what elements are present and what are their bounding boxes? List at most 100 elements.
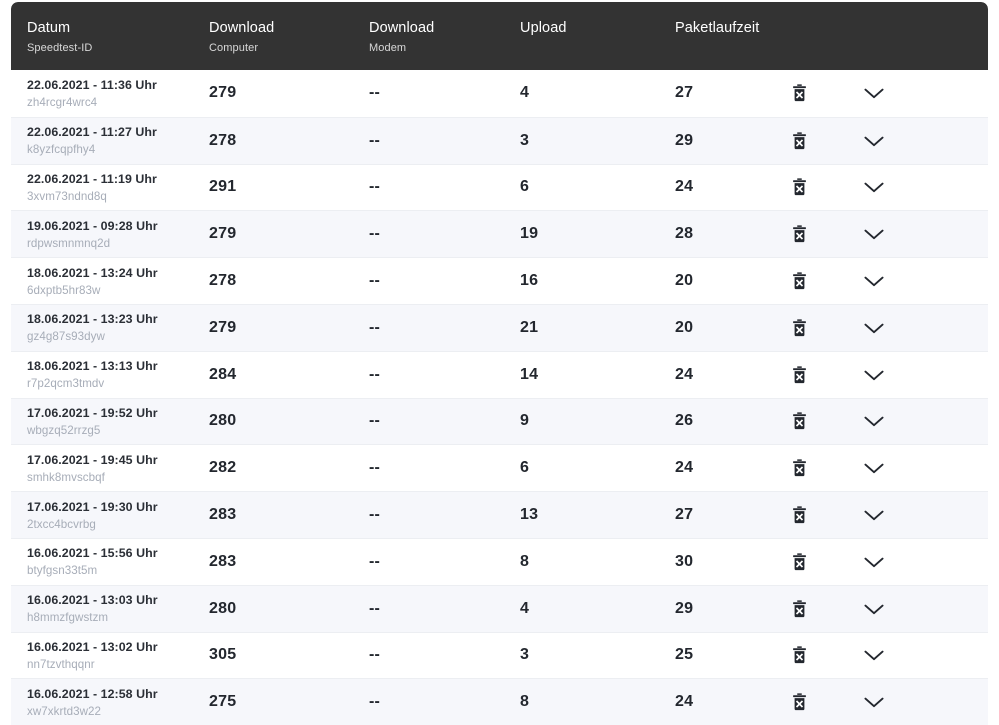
delete-row-button[interactable] (792, 319, 807, 337)
cell-download-modem: -- (369, 599, 381, 617)
expand-row-button[interactable] (863, 274, 885, 288)
expand-row-button[interactable] (863, 368, 885, 382)
table-body: 22.06.2021 - 11:36 Uhr zh4rcgr4wrc4 279 … (11, 70, 988, 725)
expand-row-button[interactable] (863, 414, 885, 428)
cell-latency: 30 (675, 552, 694, 570)
cell-speedtest-id: r7p2qcm3tmdv (27, 377, 105, 391)
cell-date-timestamp: 18.06.2021 - 13:13 Uhr (27, 359, 158, 374)
cell-upload: 9 (520, 412, 530, 430)
cell-download-computer: 291 (209, 178, 237, 196)
cell-download-computer: 280 (209, 412, 237, 430)
table-row[interactable]: 17.06.2021 - 19:30 Uhr 2txcc4bcvrbg 283 … (11, 491, 988, 538)
table-row[interactable]: 18.06.2021 - 13:24 Uhr 6dxptb5hr83w 278 … (11, 257, 988, 304)
trash-icon (792, 693, 807, 711)
cell-date: 22.06.2021 - 11:19 Uhr 3xvm73ndnd8q (11, 171, 209, 204)
cell-date: 16.06.2021 - 15:56 Uhr btyfgsn33t5m (11, 545, 209, 578)
cell-download-computer: 278 (209, 131, 237, 149)
delete-row-button[interactable] (792, 272, 807, 290)
cell-latency: 27 (675, 84, 694, 102)
expand-row-button[interactable] (863, 461, 885, 475)
expand-row-button[interactable] (863, 555, 885, 569)
cell-download-computer: 280 (209, 599, 237, 617)
cell-date: 17.06.2021 - 19:45 Uhr smhk8mvscbqf (11, 452, 209, 485)
delete-row-button[interactable] (792, 132, 807, 150)
cell-date-timestamp: 17.06.2021 - 19:45 Uhr (27, 452, 158, 467)
cell-download-computer: 283 (209, 506, 237, 524)
delete-row-button[interactable] (792, 600, 807, 618)
delete-row-button[interactable] (792, 553, 807, 571)
expand-row-button[interactable] (863, 86, 885, 100)
delete-row-button[interactable] (792, 693, 807, 711)
table-row[interactable]: 17.06.2021 - 19:52 Uhr wbgzq52rrzg5 280 … (11, 397, 988, 445)
cell-download-computer: 278 (209, 272, 237, 290)
expand-row-button[interactable] (863, 648, 885, 662)
trash-icon (792, 600, 807, 618)
expand-row-button[interactable] (863, 321, 885, 335)
column-header-latency: Paketlaufzeit (675, 2, 792, 41)
cell-date: 18.06.2021 - 13:24 Uhr 6dxptb5hr83w (11, 265, 209, 298)
cell-download-modem: -- (369, 412, 381, 430)
delete-row-button[interactable] (792, 646, 807, 664)
delete-row-button[interactable] (792, 459, 807, 477)
delete-row-button[interactable] (792, 178, 807, 196)
cell-latency: 20 (675, 272, 694, 290)
cell-expand (863, 695, 963, 709)
column-header-download-modem-title: Download (369, 20, 435, 36)
expand-row-button[interactable] (863, 180, 885, 194)
cell-delete (792, 412, 863, 430)
cell-upload: 21 (520, 318, 539, 336)
expand-row-button[interactable] (863, 695, 885, 709)
trash-icon (792, 553, 807, 571)
cell-download-computer: 283 (209, 552, 237, 570)
table-row[interactable]: 16.06.2021 - 13:02 Uhr nn7tzvthqqnr 305 … (11, 631, 988, 679)
cell-speedtest-id: 6dxptb5hr83w (27, 283, 101, 297)
chevron-down-icon (863, 648, 885, 662)
table-row[interactable]: 19.06.2021 - 09:28 Uhr rdpwsmnmnq2d 279 … (11, 210, 988, 258)
cell-download-modem: -- (369, 552, 381, 570)
delete-row-button[interactable] (792, 366, 807, 384)
delete-row-button[interactable] (792, 412, 807, 430)
chevron-down-icon (863, 134, 885, 148)
table-row[interactable]: 16.06.2021 - 12:58 Uhr xw7xkrtd3w22 275 … (11, 678, 988, 725)
cell-date: 16.06.2021 - 13:03 Uhr h8mmzfgwstzm (11, 592, 209, 625)
cell-date-timestamp: 18.06.2021 - 13:23 Uhr (27, 312, 158, 327)
cell-date: 16.06.2021 - 13:02 Uhr nn7tzvthqqnr (11, 639, 209, 672)
delete-row-button[interactable] (792, 225, 807, 243)
table-row[interactable]: 22.06.2021 - 11:19 Uhr 3xvm73ndnd8q 291 … (11, 163, 988, 211)
cell-speedtest-id: zh4rcgr4wrc4 (27, 95, 98, 109)
cell-delete (792, 693, 863, 711)
cell-download-computer: 279 (209, 84, 237, 102)
table-row[interactable]: 18.06.2021 - 13:13 Uhr r7p2qcm3tmdv 284 … (11, 350, 988, 398)
cell-date-timestamp: 22.06.2021 - 11:19 Uhr (27, 171, 157, 186)
trash-icon (792, 132, 807, 150)
column-header-download-modem-subtitle: Modem (369, 42, 407, 54)
expand-row-button[interactable] (863, 227, 885, 241)
table-row[interactable]: 16.06.2021 - 15:56 Uhr btyfgsn33t5m 283 … (11, 537, 988, 585)
cell-expand (863, 648, 963, 662)
delete-row-button[interactable] (792, 84, 807, 102)
chevron-down-icon (863, 602, 885, 616)
expand-row-button[interactable] (863, 602, 885, 616)
table-row[interactable]: 18.06.2021 - 13:23 Uhr gz4g87s93dyw 279 … (11, 303, 988, 351)
expand-row-button[interactable] (863, 508, 885, 522)
cell-date-timestamp: 16.06.2021 - 15:56 Uhr (27, 546, 158, 561)
cell-speedtest-id: 2txcc4bcvrbg (27, 517, 96, 531)
table-row[interactable]: 22.06.2021 - 11:27 Uhr k8yzfcqpfhy4 278 … (11, 116, 988, 164)
cell-upload: 3 (520, 131, 530, 149)
cell-expand (863, 414, 963, 428)
cell-download-computer: 279 (209, 225, 237, 243)
cell-date: 22.06.2021 - 11:27 Uhr k8yzfcqpfhy4 (11, 124, 209, 157)
cell-date: 18.06.2021 - 13:13 Uhr r7p2qcm3tmdv (11, 358, 209, 391)
cell-date: 17.06.2021 - 19:30 Uhr 2txcc4bcvrbg (11, 499, 209, 532)
table-row[interactable]: 16.06.2021 - 13:03 Uhr h8mmzfgwstzm 280 … (11, 584, 988, 632)
table-row[interactable]: 22.06.2021 - 11:36 Uhr zh4rcgr4wrc4 279 … (11, 70, 988, 117)
table-row[interactable]: 17.06.2021 - 19:45 Uhr smhk8mvscbqf 282 … (11, 444, 988, 492)
cell-delete (792, 132, 863, 150)
cell-latency: 27 (675, 506, 694, 524)
cell-latency: 28 (675, 225, 694, 243)
trash-icon (792, 366, 807, 384)
delete-row-button[interactable] (792, 506, 807, 524)
cell-expand (863, 368, 963, 382)
expand-row-button[interactable] (863, 134, 885, 148)
cell-expand (863, 274, 963, 288)
